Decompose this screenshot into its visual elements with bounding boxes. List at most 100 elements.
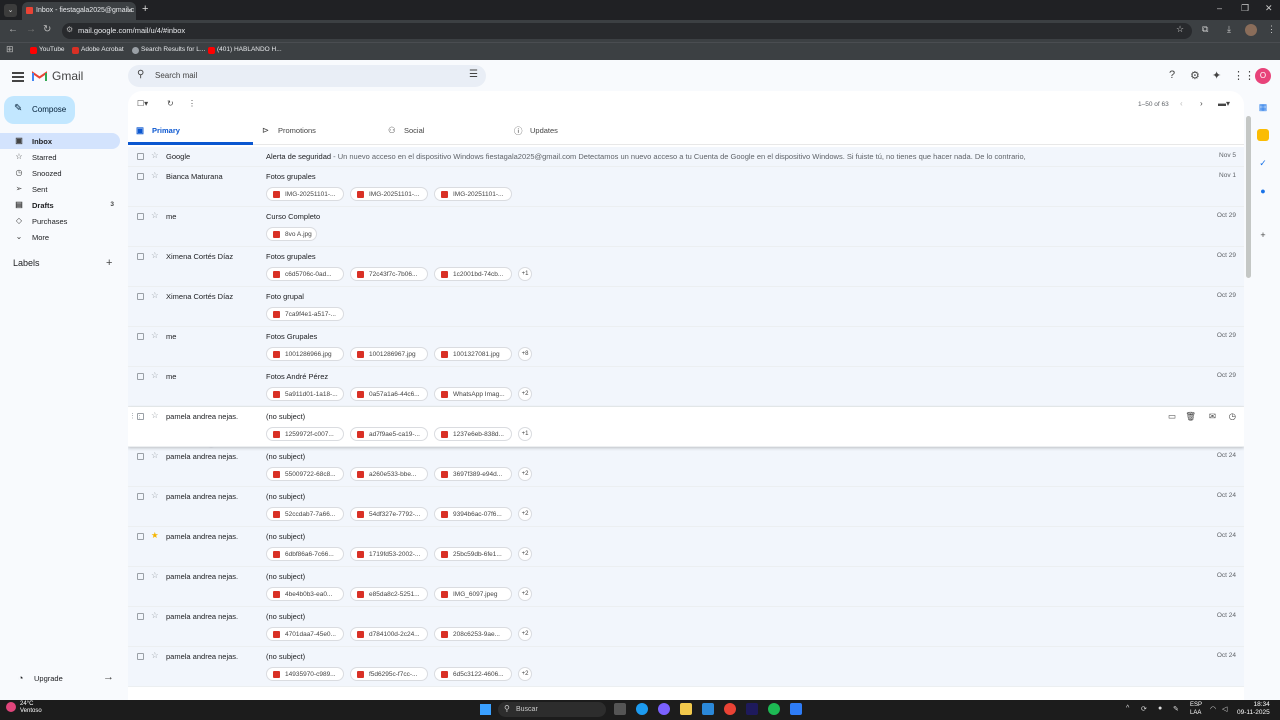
more-attachments-badge[interactable]: +2 (518, 467, 532, 481)
attachment-chip[interactable]: 25bc59db-6fe1... (434, 547, 512, 561)
contacts-icon[interactable]: ● (1257, 185, 1269, 197)
attachment-chip[interactable]: IMG_6097.jpeg (434, 587, 512, 601)
search-input[interactable]: Search mail (155, 71, 197, 80)
tasks-icon[interactable]: ✓ (1257, 157, 1269, 169)
email-row[interactable]: ☆ Bianca Maturana Fotos grupales Nov 1 IMG-2… (128, 167, 1244, 207)
compose-button[interactable]: ✎ Compose (4, 96, 75, 124)
more-attachments-badge[interactable]: +2 (518, 627, 532, 641)
attachment-chip[interactable]: 1001327081.jpg (434, 347, 512, 361)
volume-icon[interactable]: ◁ (1222, 705, 1227, 713)
wifi-icon[interactable]: ◠ (1210, 705, 1216, 713)
newer-page-icon[interactable]: ‹ (1180, 99, 1183, 108)
sidebar-item-sent[interactable]: ➢ Sent (0, 181, 120, 197)
star-icon[interactable]: ☆ (151, 250, 159, 261)
row-checkbox[interactable] (137, 373, 144, 380)
bookmark-youtube[interactable]: YouTube (30, 46, 65, 54)
add-addon-icon[interactable]: + (1257, 229, 1269, 241)
older-page-icon[interactable]: › (1200, 99, 1203, 108)
star-icon[interactable]: ☆ (151, 290, 159, 301)
star-icon[interactable]: ☆ (151, 650, 159, 661)
premiere-icon[interactable] (746, 703, 758, 715)
tray-pen-icon[interactable]: ✎ (1173, 705, 1179, 713)
task-view-icon[interactable] (614, 703, 626, 715)
email-row[interactable]: ⋮⋮ ☆ pamela andrea nejas. (no subject) ▭ 🗑 ✉ ◷ 1… (128, 407, 1244, 447)
search-options-icon[interactable]: ☰ (469, 69, 478, 80)
attachment-chip[interactable]: 1c2001bd-74cb... (434, 267, 512, 281)
more-attachments-badge[interactable]: +2 (518, 387, 532, 401)
more-attachments-badge[interactable]: +2 (518, 587, 532, 601)
email-row[interactable]: ☆ me Curso Completo Oct 29 8vo A.jpg (128, 207, 1244, 247)
attachment-chip[interactable]: 55009722-68c8... (266, 467, 344, 481)
email-row[interactable]: ☆ pamela andrea nejas. (no subject) Oct 24 4… (128, 567, 1244, 607)
row-checkbox[interactable] (137, 293, 144, 300)
sidebar-item-inbox[interactable]: ▣ Inbox (0, 133, 120, 149)
add-label-icon[interactable]: + (106, 257, 112, 269)
attachment-chip[interactable]: 6dbf86a6-7c66... (266, 547, 344, 561)
row-checkbox[interactable] (137, 413, 144, 420)
attachment-chip[interactable]: 3697f389-e94d... (434, 467, 512, 481)
email-row[interactable]: ☆ pamela andrea nejas. (no subject) Oct 24 4… (128, 607, 1244, 647)
bookmark-star-icon[interactable]: ☆ (1176, 24, 1184, 35)
refresh-icon[interactable]: ↻ (167, 99, 174, 108)
tab-primary[interactable]: ▣ Primary (128, 117, 253, 145)
attachment-chip[interactable]: f5d6295c-f7cc-... (350, 667, 428, 681)
attachment-chip[interactable]: 1237e6eb-838d... (434, 427, 512, 441)
row-checkbox[interactable] (137, 173, 144, 180)
attachment-chip[interactable]: IMG-20251101-... (434, 187, 512, 201)
email-row[interactable]: ☆ pamela andrea nejas. (no subject) Oct 24 1… (128, 647, 1244, 687)
delete-icon[interactable]: 🗑 (1185, 411, 1196, 422)
windows-start-icon[interactable] (480, 704, 491, 715)
download-icon[interactable]: ⤓ (1227, 24, 1231, 35)
star-icon[interactable]: ☆ (151, 210, 159, 221)
attachment-chip[interactable]: 1259972f-c007... (266, 427, 344, 441)
more-attachments-badge[interactable]: +2 (518, 667, 532, 681)
star-icon[interactable]: ☆ (151, 570, 159, 581)
star-icon[interactable]: ★ (151, 530, 159, 541)
email-row[interactable]: ★ pamela andrea nejas. (no subject) Oct 24 6… (128, 527, 1244, 567)
sidebar-item-starred[interactable]: ☆ Starred (0, 149, 120, 165)
row-checkbox[interactable] (137, 493, 144, 500)
browser-tab[interactable]: Inbox - fiestagala2025@gmail.c × (22, 2, 136, 20)
language-indicator[interactable]: ESP LAA (1190, 701, 1202, 717)
upgrade-link[interactable]: ◔ Upgrade (18, 673, 63, 683)
close-window-icon[interactable]: ✕ (1265, 3, 1273, 14)
more-attachments-badge[interactable]: +2 (518, 547, 532, 561)
more-attachments-badge[interactable]: +2 (518, 507, 532, 521)
copilot-icon[interactable] (658, 703, 670, 715)
arrow-right-icon[interactable]: → (103, 671, 114, 683)
tab-updates[interactable]: ⓘ Updates (506, 117, 631, 145)
bookmark-adobe[interactable]: Adobe Acrobat (72, 46, 124, 54)
attachment-chip[interactable]: a260e533-bbe... (350, 467, 428, 481)
tab-promotions[interactable]: ⊳ Promotions (254, 117, 379, 145)
apps-grid-icon[interactable]: ⊞ (6, 44, 14, 55)
email-row[interactable]: ☆ Ximena Cortés Díaz Foto grupal Oct 29 7ca9… (128, 287, 1244, 327)
input-tools-icon[interactable]: ▬▾ (1218, 99, 1230, 108)
attachment-chip[interactable]: ad7f9ae5-ca19-... (350, 427, 428, 441)
email-row[interactable]: ☆ me Fotos André Pérez Oct 29 5a911d01-1a18-… (128, 367, 1244, 407)
attachment-chip[interactable]: IMG-20251101-... (350, 187, 428, 201)
tab-social[interactable]: ⚇ Social (380, 117, 505, 145)
app-icon[interactable] (790, 703, 802, 715)
email-row[interactable]: ☆ Google Alerta de seguridad - Un nuevo ac… (128, 147, 1244, 167)
row-checkbox[interactable] (137, 653, 144, 660)
spotify-icon[interactable] (768, 703, 780, 715)
attachment-chip[interactable]: 1001286966.jpg (266, 347, 344, 361)
star-icon[interactable]: ☆ (151, 330, 159, 341)
star-icon[interactable]: ☆ (151, 370, 159, 381)
attachment-chip[interactable]: 8vo A.jpg (266, 227, 317, 241)
main-menu-icon[interactable] (12, 72, 24, 82)
email-row[interactable]: ☆ Ximena Cortés Díaz Fotos grupales Oct 29 c… (128, 247, 1244, 287)
attachment-chip[interactable]: WhatsApp Imag... (434, 387, 512, 401)
row-checkbox[interactable] (137, 613, 144, 620)
new-tab-button[interactable]: + (142, 3, 148, 15)
mark-unread-icon[interactable]: ✉ (1209, 411, 1216, 422)
more-attachments-badge[interactable]: +1 (518, 267, 532, 281)
attachment-chip[interactable]: c6d5706c-0ad... (266, 267, 344, 281)
star-icon[interactable]: ☆ (151, 610, 159, 621)
attachment-chip[interactable]: 7ca9f4e1-a517-... (266, 307, 344, 321)
extensions-icon[interactable]: ⧉ (1202, 24, 1208, 35)
close-tab-icon[interactable]: × (127, 6, 132, 15)
tab-search-button[interactable]: ⌄ (4, 4, 17, 17)
snooze-icon[interactable]: ◷ (1229, 411, 1236, 422)
attachment-chip[interactable]: e85da8c2-5251... (350, 587, 428, 601)
